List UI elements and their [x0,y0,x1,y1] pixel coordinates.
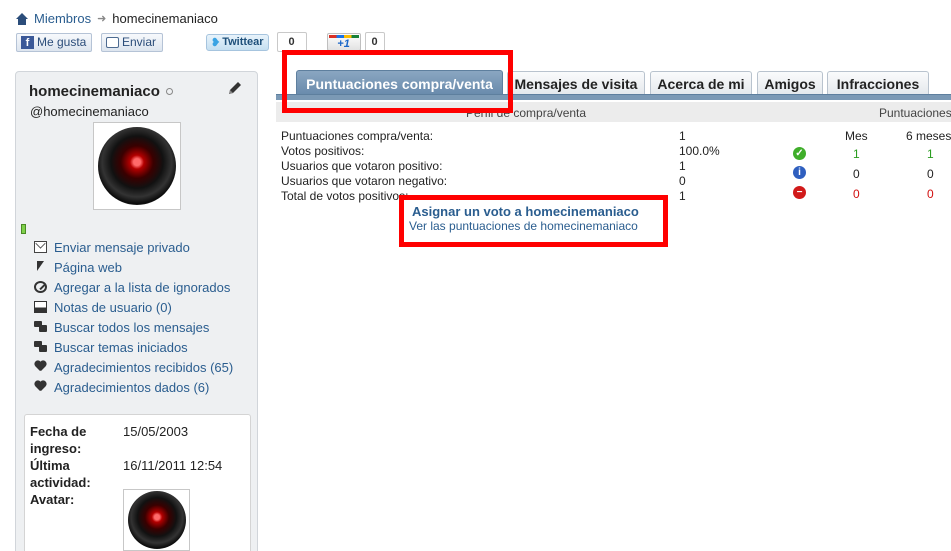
action-search-threads[interactable]: Buscar temas iniciados [34,337,233,357]
col-month: Mes [845,129,868,143]
row-label: Usuarios que votaron positivo: [281,159,443,173]
facebook-icon: f [21,35,34,49]
profile-avatar [93,122,181,210]
tab-infracciones[interactable]: Infracciones [827,71,929,95]
profile-handle: @homecinemaniaco [30,104,149,119]
action-label: Notas de usuario (0) [54,299,172,315]
highlight-box-links [399,195,668,247]
breadcrumb-separator-icon: ➜ [97,13,107,25]
facebook-like-button[interactable]: f Me gusta [16,32,92,52]
heart-icon [34,381,47,393]
breadcrumb-current: homecinemaniaco [112,11,218,26]
neutral-info-icon: i [793,166,806,179]
tweet-label: Twittear [222,36,264,48]
row-value: 0 [679,174,686,188]
row-value: 100.0% [679,144,720,158]
send-label: Enviar [122,35,157,49]
social-bar: f Me gusta Enviar ❥ Twittear 0 +1 0 [16,32,385,52]
action-label: Buscar temas iniciados [54,339,188,355]
plusone-label: +1 [337,38,350,50]
action-label: Página web [54,259,122,275]
row-value: 1 [679,159,686,173]
offline-status-icon [165,88,173,95]
chat-icon [34,321,47,333]
header-scores: Puntuaciones [879,106,951,120]
action-send-private-message[interactable]: Enviar mensaje privado [34,237,233,257]
action-label: Buscar todos los mensajes [54,319,210,335]
breadcrumb-members-link[interactable]: Miembros [34,11,91,26]
notes-icon [34,301,47,313]
row-label: Usuarios que votaron negativo: [281,174,448,188]
breadcrumb: Miembros ➜ homecinemaniaco [16,11,218,26]
heart-icon [34,361,47,373]
facebook-send-button[interactable]: Enviar [101,32,163,52]
username-text: homecinemaniaco [29,83,160,100]
action-thanks-received[interactable]: Agradecimientos recibidos (65) [34,357,233,377]
like-label: Me gusta [37,35,87,49]
joined-value: 15/05/2003 [123,424,189,439]
profile-actions-menu: Enviar mensaje privado Página web Agrega… [34,237,233,397]
negative-minus-icon: − [793,186,806,199]
row-six: 1 [927,147,934,161]
block-icon [34,281,47,293]
action-label: Enviar mensaje privado [54,239,190,255]
chat-icon [34,341,47,353]
tab-acerca-de-mi[interactable]: Acerca de mi [650,71,752,95]
hal-eye-image [127,491,186,549]
action-thanks-given[interactable]: Agradecimientos dados (6) [34,377,233,397]
last-activity-label: Última actividad: [30,458,91,490]
action-label: Agradecimientos dados (6) [54,379,210,395]
info-avatar [123,489,190,551]
row-value: 1 [679,189,686,203]
last-activity-value: 16/11/2011 12:54 [123,458,223,473]
row-six: 0 [927,167,934,181]
action-search-all-posts[interactable]: Buscar todos los mensajes [34,317,233,337]
action-user-notes[interactable]: Notas de usuario (0) [34,297,233,317]
action-website[interactable]: Página web [34,257,233,277]
online-indicator [21,224,26,234]
profile-username: homecinemaniaco [29,83,173,100]
action-label: Agregar a la lista de ignorados [54,279,231,295]
row-value: 1 [679,129,686,143]
tab-mensajes-visita[interactable]: Mensajes de visita [507,71,645,95]
send-icon [106,36,119,48]
positive-check-icon: ✓ [793,147,806,160]
home-icon[interactable] [16,12,28,25]
col-six-months: 6 meses [906,129,951,143]
action-label: Agradecimientos recibidos (65) [54,359,234,375]
row-month: 0 [853,167,860,181]
row-six: 0 [927,187,934,201]
row-label: Votos positivos: [281,144,365,158]
avatar-label: Avatar: [30,492,75,507]
action-add-ignore-list[interactable]: Agregar a la lista de ignorados [34,277,233,297]
plusone-count: 0 [364,32,385,52]
row-label: Total de votos positivos: [281,189,409,203]
tweet-count: 0 [276,32,307,52]
mail-icon [34,241,47,253]
row-month: 1 [853,147,860,161]
google-plusone-button[interactable]: +1 [326,33,361,51]
hal-eye-image [98,127,176,205]
tweet-button[interactable]: ❥ Twittear [206,33,269,51]
tab-amigos[interactable]: Amigos [757,71,823,95]
cursor-icon [34,261,47,273]
row-month: 0 [853,187,860,201]
twitter-bird-icon: ❥ [211,36,221,49]
joined-label: Fecha de ingreso: [30,424,87,456]
highlight-box-tab [282,50,513,113]
edit-pencil-icon[interactable] [226,79,244,97]
row-label: Puntuaciones compra/venta: [281,129,434,143]
